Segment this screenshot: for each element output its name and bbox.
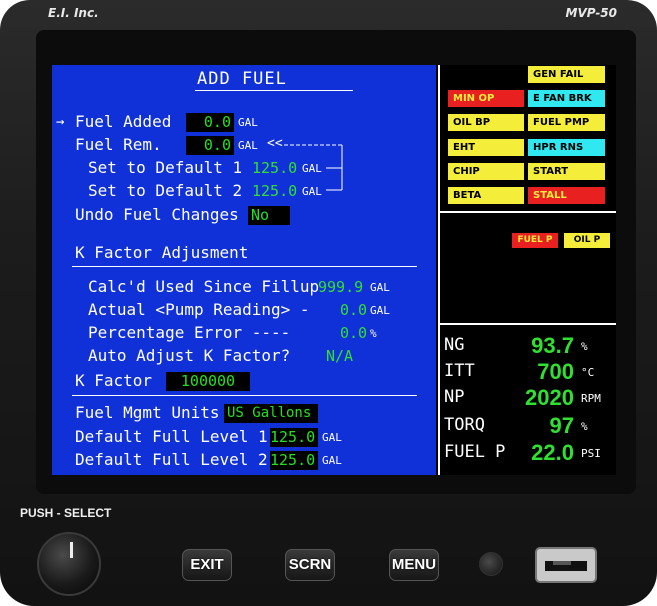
default-1-unit: GAL	[302, 162, 322, 175]
device-bezel: E.I. Inc. MVP-50 ADD FUEL → Fuel Added 0…	[0, 0, 657, 606]
actual-pump-label: Actual <Pump Reading> -	[88, 300, 310, 319]
actual-pump-unit: GAL	[370, 304, 390, 317]
percentage-error-unit: %	[370, 327, 377, 340]
actual-pump-value[interactable]: 0.0	[340, 300, 367, 320]
min-op-annunciator: MIN OP	[448, 90, 524, 107]
fuel-p-value: 22.0	[531, 440, 574, 465]
page-title: ADD FUEL	[197, 69, 287, 89]
fuel-p-unit: PSI	[581, 447, 601, 460]
gen-fail-annunciator: GEN FAIL	[528, 66, 605, 83]
default-2-value: 125.0	[252, 182, 298, 200]
k-factor-section-title: K Factor Adjusment	[75, 243, 249, 262]
set-default-1-item[interactable]: Set to Default 1	[88, 158, 242, 178]
usb-tab	[553, 561, 571, 565]
start-annunciator: START	[528, 163, 605, 180]
fuel-mgmt-units-label: Fuel Mgmt Units	[75, 403, 220, 422]
fuel-p-label: FUEL P	[444, 442, 506, 462]
menu-button[interactable]: MENU	[389, 549, 439, 581]
scrn-button[interactable]: SCRN	[285, 549, 335, 581]
double-chevron-left-icon: <<	[267, 136, 283, 151]
default-full-2-unit: GAL	[322, 454, 342, 467]
np-value: 2020	[525, 385, 574, 410]
fuel-p-annunciator: FUEL P	[512, 233, 558, 248]
arrow-right-icon: →	[56, 114, 65, 130]
default-full-2-field[interactable]: 125.0	[270, 451, 318, 470]
ng-label: NG	[444, 335, 465, 355]
ng-value: 93.7	[531, 333, 574, 358]
fuel-rem-unit: GAL	[238, 139, 258, 152]
np-unit: RPM	[581, 392, 601, 405]
oil-p-annunciator: OIL P	[564, 233, 610, 248]
fuel-mgmt-units-field[interactable]: US Gallons	[224, 404, 318, 423]
fuel-rem-label: Fuel Rem.	[75, 135, 162, 154]
default-full-1-unit: GAL	[322, 431, 342, 444]
push-select-label: PUSH - SELECT	[20, 506, 112, 520]
fuel-pmp-annunciator: FUEL PMP	[528, 114, 605, 131]
default-full-1-label: Default Full Level 1	[75, 427, 268, 446]
itt-value: 700	[537, 359, 574, 384]
auto-adjust-label: Auto Adjust K Factor?	[88, 346, 291, 365]
fuel-added-field[interactable]: 0.0	[186, 113, 234, 132]
torq-value: 97	[549, 413, 574, 438]
k-factor-label: K Factor	[75, 371, 153, 390]
fuel-added-label: Fuel Added	[75, 112, 172, 131]
default-1-value: 125.0	[252, 159, 298, 177]
oil-bp-annunciator: OIL BP	[448, 114, 524, 131]
stall-annunciator: STALL	[528, 187, 605, 204]
push-select-knob[interactable]	[37, 532, 101, 596]
exit-button[interactable]: EXIT	[182, 549, 232, 581]
percentage-error-label: Percentage Error ----	[88, 323, 291, 342]
e-fan-brk-annunciator: E FAN BRK	[528, 90, 605, 107]
auto-adjust-value[interactable]: N/A	[326, 346, 353, 366]
panel-divider	[438, 65, 440, 475]
itt-label: ITT	[444, 361, 475, 381]
default-full-1-field[interactable]: 125.0	[270, 428, 318, 447]
undo-fuel-field[interactable]: No	[248, 206, 290, 225]
default-2-unit: GAL	[302, 185, 322, 198]
usb-port[interactable]	[535, 547, 597, 583]
torq-unit: %	[581, 420, 588, 433]
itt-unit: °C	[581, 366, 595, 379]
ng-unit: %	[581, 340, 588, 353]
percentage-error-value: 0.0	[340, 324, 368, 342]
title-underline	[195, 90, 353, 91]
model-label: MVP-50	[565, 6, 618, 20]
hpr-rns-annunciator: HPR RNS	[528, 139, 605, 156]
fuel-rem-field[interactable]: 0.0	[186, 136, 234, 155]
calcd-used-label: Calc'd Used Since Fillup	[88, 277, 320, 296]
fuel-added-unit: GAL	[238, 116, 258, 129]
eht-annunciator: EHT	[448, 139, 524, 156]
np-label: NP	[444, 387, 465, 407]
status-led	[479, 552, 503, 576]
brand-label: E.I. Inc.	[48, 6, 99, 20]
set-default-2-item[interactable]: Set to Default 2	[88, 181, 242, 201]
calcd-used-unit: GAL	[370, 281, 390, 294]
section-divider	[72, 266, 417, 267]
status-panel: GEN FAIL MIN OP E FAN BRK OIL BP FUEL PM…	[438, 65, 616, 475]
section-divider	[72, 395, 417, 396]
beta-annunciator: BETA	[448, 187, 524, 204]
default-full-2-label: Default Full Level 2	[75, 450, 268, 469]
panel-divider	[438, 323, 616, 325]
torq-label: TORQ	[444, 415, 485, 435]
undo-fuel-label: Undo Fuel Changes	[75, 205, 239, 224]
chip-annunciator: CHIP	[448, 163, 524, 180]
panel-divider	[438, 211, 616, 213]
k-factor-field[interactable]: 100000	[166, 372, 250, 391]
calcd-used-value: 999.9	[318, 278, 364, 296]
knob-indicator	[70, 542, 73, 558]
add-fuel-panel: ADD FUEL → Fuel Added 0.0 GAL Fuel Rem. …	[52, 65, 436, 475]
